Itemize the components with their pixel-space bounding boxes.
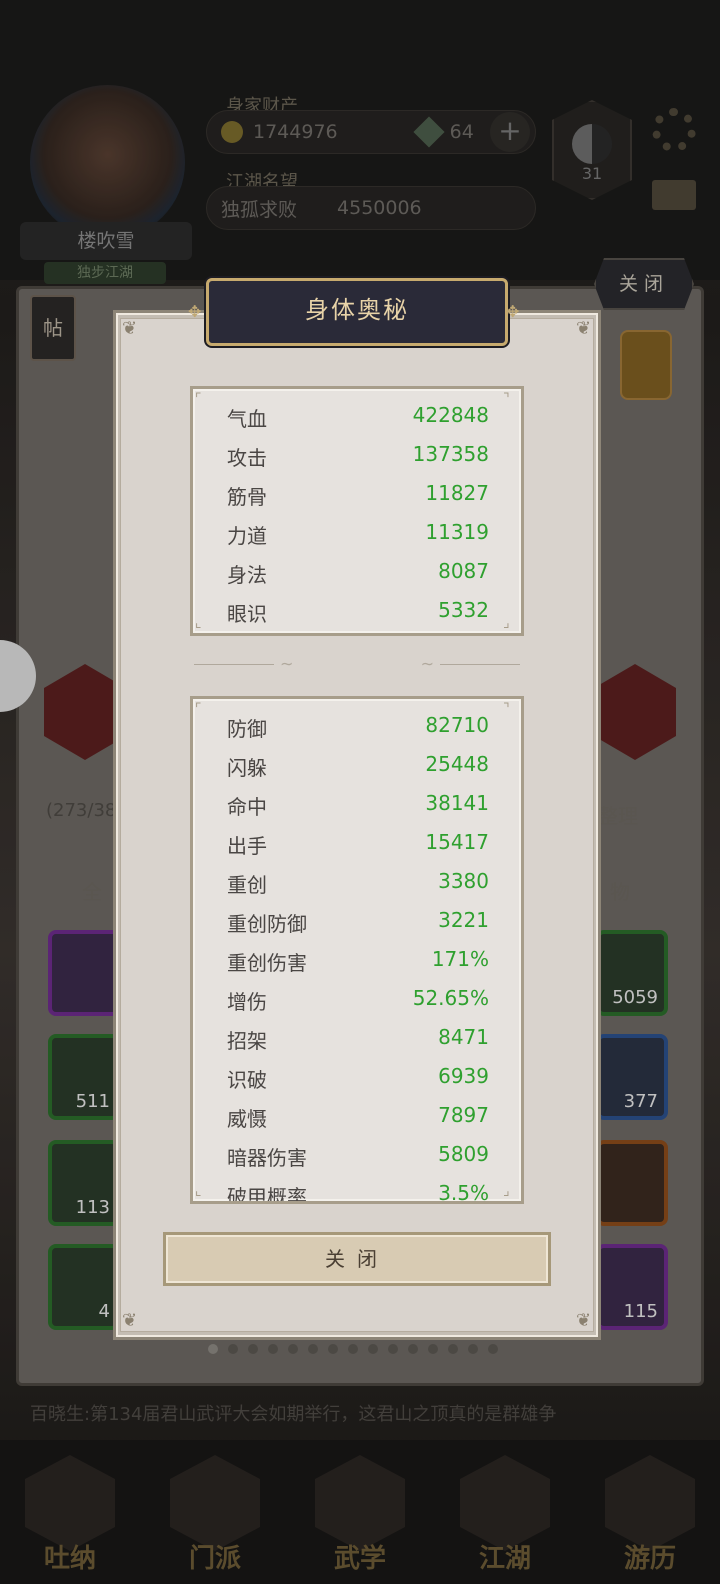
stat-value: 422848 (412, 403, 489, 427)
stat-label: 识破 (227, 1068, 267, 1092)
corner-ornament: ❦ (576, 318, 592, 339)
stat-label: 破甲概率 (227, 1185, 307, 1204)
stat-value: 7897 (438, 1103, 489, 1127)
stat-value: 3221 (438, 908, 489, 932)
divider-swirl-icon: ∼ (280, 654, 294, 673)
stat-value: 8471 (438, 1025, 489, 1049)
stat-label: 力道 (227, 524, 267, 548)
corner-ornament: ❦ (122, 1310, 138, 1331)
stat-row-crit-defense: 重创防御 3221 (227, 908, 489, 947)
stat-row-intimidate: 威慑 7897 (227, 1103, 489, 1142)
stat-row-defense: 防御 82710 (227, 713, 489, 752)
section-divider: ∼ ∼ (194, 654, 520, 673)
stat-value: 5332 (438, 598, 489, 622)
corner-ornament: ⌝ (503, 701, 510, 717)
stat-value: 6939 (438, 1064, 489, 1088)
secondary-stats-box[interactable]: ⌜ ⌝ ⌞ ⌟ 防御 82710 闪躲 25448 命中 38141 出手 15417 … (190, 696, 524, 1204)
stat-value: 52.65% (412, 986, 489, 1010)
modal-title: 身体奥秘 (305, 296, 409, 324)
stat-label: 重创 (227, 873, 267, 897)
stat-value: 171% (431, 947, 489, 971)
stat-row-crit: 重创 3380 (227, 869, 489, 908)
stat-value: 15417 (425, 830, 489, 854)
stat-value: 82710 (425, 713, 489, 737)
stat-label: 招架 (227, 1029, 267, 1053)
stat-value: 11827 (425, 481, 489, 505)
stat-label: 身法 (227, 563, 267, 587)
stat-value: 137358 (412, 442, 489, 466)
stat-label: 眼识 (227, 602, 267, 626)
stat-row-hidden-weapon: 暗器伤害 5809 (227, 1142, 489, 1181)
stat-row-strength: 力道 11319 (227, 520, 489, 559)
stat-row-armor-break: 破甲概率 3.5% (227, 1181, 489, 1204)
corner-ornament: ⌟ (503, 615, 510, 631)
stat-label: 防御 (227, 717, 267, 741)
stat-value: 38141 (425, 791, 489, 815)
stat-row-perception: 眼识 5332 (227, 598, 489, 633)
stat-label: 暗器伤害 (227, 1146, 307, 1170)
corner-ornament: ⌝ (503, 391, 510, 407)
stat-label: 增伤 (227, 990, 267, 1014)
corner-ornament: ❦ (576, 1310, 592, 1331)
stat-value: 11319 (425, 520, 489, 544)
stat-row-insight: 识破 6939 (227, 1064, 489, 1103)
stat-row-accuracy: 命中 38141 (227, 791, 489, 830)
stat-label: 重创伤害 (227, 951, 307, 975)
title-ornament-left: ✥ (188, 302, 202, 321)
stat-label: 重创防御 (227, 912, 307, 936)
corner-ornament: ⌜ (195, 701, 202, 717)
stat-value: 3380 (438, 869, 489, 893)
stat-value: 5809 (438, 1142, 489, 1166)
primary-stats-box: ⌜ ⌝ ⌞ ⌟ 气血 422848 攻击 137358 筋骨 11827 力道 1131… (190, 386, 524, 636)
divider-line (194, 664, 274, 665)
stat-row-dodge: 闪躲 25448 (227, 752, 489, 791)
divider-line (440, 664, 520, 665)
stat-row-parry: 招架 8471 (227, 1025, 489, 1064)
stat-label: 闪躲 (227, 756, 267, 780)
title-ornament-right: ✥ (506, 302, 520, 321)
stat-row-attack: 攻击 137358 (227, 442, 489, 481)
modal-close-button[interactable]: 关闭 (163, 1232, 551, 1286)
stat-value: 25448 (425, 752, 489, 776)
stat-label: 筋骨 (227, 485, 267, 509)
corner-ornament: ⌟ (503, 1183, 510, 1199)
corner-ornament: ⌞ (195, 615, 202, 631)
stat-value: 8087 (438, 559, 489, 583)
stat-row-agility: 身法 8087 (227, 559, 489, 598)
stat-row-speed: 出手 15417 (227, 830, 489, 869)
stat-label: 威慑 (227, 1107, 267, 1131)
divider-swirl-icon: ∼ (420, 654, 434, 673)
stat-row-hp: 气血 422848 (227, 403, 489, 442)
stat-label: 攻击 (227, 446, 267, 470)
stat-row-constitution: 筋骨 11827 (227, 481, 489, 520)
stat-label: 命中 (227, 795, 267, 819)
stat-row-crit-damage: 重创伤害 171% (227, 947, 489, 986)
corner-ornament: ⌞ (195, 1183, 202, 1199)
stat-value: 3.5% (438, 1181, 489, 1204)
stat-row-damage-bonus: 增伤 52.65% (227, 986, 489, 1025)
stat-label: 出手 (227, 834, 267, 858)
corner-ornament: ⌜ (195, 391, 202, 407)
corner-ornament: ❦ (122, 318, 138, 339)
stat-label: 气血 (227, 407, 267, 431)
